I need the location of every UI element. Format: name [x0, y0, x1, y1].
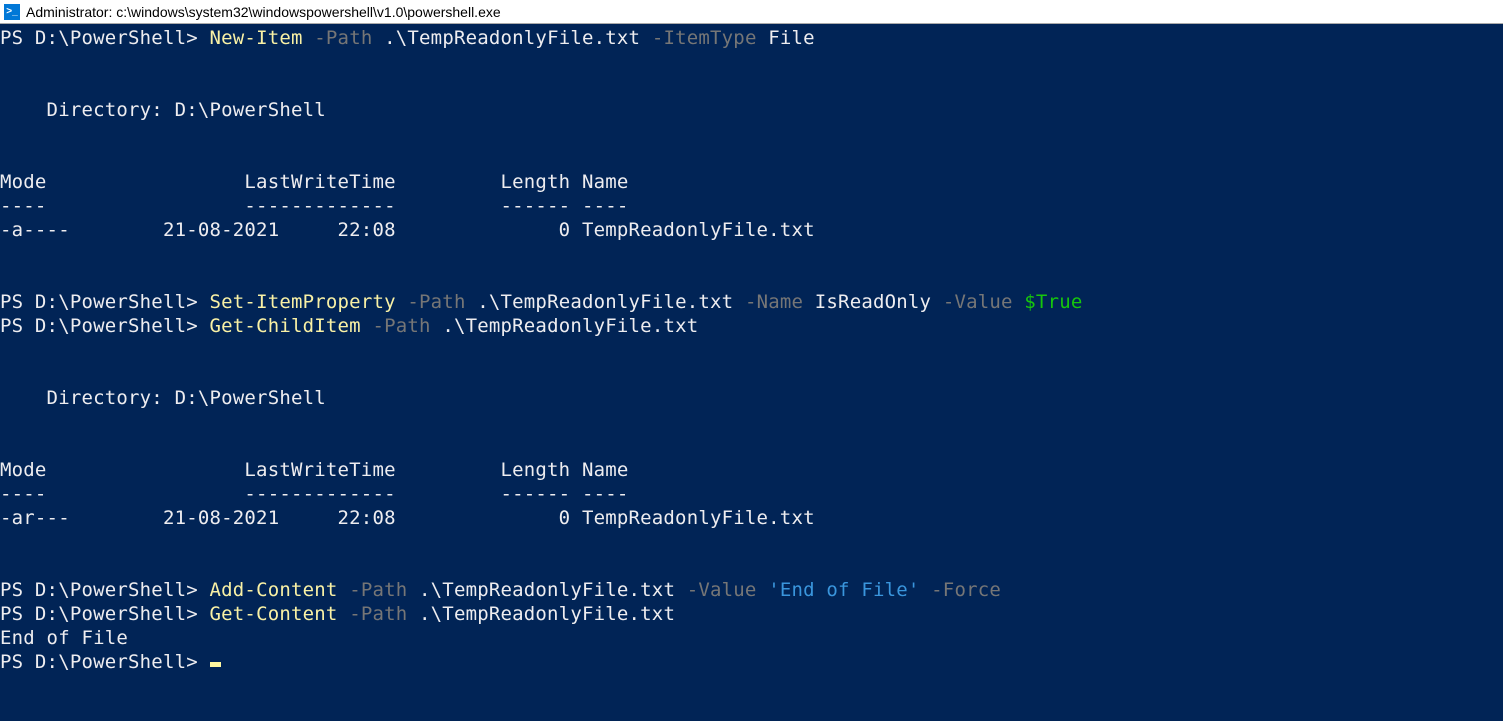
terminal-line — [0, 50, 1503, 74]
terminal-line: ---- ------------- ------ ---- — [0, 482, 1503, 506]
terminal-line: PS D:\PowerShell> — [0, 650, 1503, 674]
terminal-line — [0, 74, 1503, 98]
terminal-line: PS D:\PowerShell> Set-ItemProperty -Path… — [0, 290, 1503, 314]
terminal-segment: .\TempReadonlyFile.txt — [384, 27, 652, 49]
terminal-viewport[interactable]: PS D:\PowerShell> New-Item -Path .\TempR… — [0, 24, 1503, 721]
terminal-line: PS D:\PowerShell> Get-Content -Path .\Te… — [0, 602, 1503, 626]
terminal-segment: -ItemType — [652, 27, 768, 49]
terminal-line: End of File — [0, 626, 1503, 650]
terminal-line — [0, 434, 1503, 458]
terminal-segment: -Path — [314, 27, 384, 49]
terminal-segment: PS D:\PowerShell> — [0, 603, 210, 625]
powershell-icon: >_ — [4, 4, 20, 20]
terminal-segment: -Value — [943, 291, 1024, 313]
terminal-segment: PS D:\PowerShell> — [0, 651, 210, 673]
terminal-line: -ar--- 21-08-2021 22:08 0 TempReadonlyFi… — [0, 506, 1503, 530]
terminal-segment: Directory: D:\PowerShell — [0, 99, 326, 121]
terminal-segment: Mode LastWriteTime Length Name — [0, 171, 629, 193]
terminal-segment: PS D:\PowerShell> — [0, 291, 210, 313]
terminal-segment: -a---- 21-08-2021 22:08 0 TempReadonlyFi… — [0, 219, 815, 241]
terminal-segment: PS D:\PowerShell> — [0, 315, 210, 337]
terminal-line: PS D:\PowerShell> Get-ChildItem -Path .\… — [0, 314, 1503, 338]
terminal-segment: ---- ------------- ------ ---- — [0, 195, 629, 217]
terminal-segment: PS D:\PowerShell> — [0, 27, 210, 49]
terminal-line: PS D:\PowerShell> New-Item -Path .\TempR… — [0, 26, 1503, 50]
terminal-line: Mode LastWriteTime Length Name — [0, 458, 1503, 482]
terminal-segment: File — [768, 27, 815, 49]
terminal-segment: End of File — [0, 627, 128, 649]
terminal-segment: New-Item — [210, 27, 315, 49]
terminal-line — [0, 146, 1503, 170]
terminal-line — [0, 242, 1503, 266]
terminal-segment: .\TempReadonlyFile.txt — [419, 579, 687, 601]
window-titlebar[interactable]: >_ Administrator: c:\windows\system32\wi… — [0, 0, 1503, 24]
window-title: Administrator: c:\windows\system32\windo… — [26, 4, 501, 20]
terminal-segment: -Path — [349, 579, 419, 601]
terminal-segment: -Force — [931, 579, 1001, 601]
terminal-line — [0, 530, 1503, 554]
terminal-segment: Set-ItemProperty — [210, 291, 408, 313]
terminal-line — [0, 410, 1503, 434]
terminal-segment: Add-Content — [210, 579, 350, 601]
terminal-line: PS D:\PowerShell> Add-Content -Path .\Te… — [0, 578, 1503, 602]
terminal-line: Directory: D:\PowerShell — [0, 98, 1503, 122]
terminal-segment: Get-ChildItem — [210, 315, 373, 337]
terminal-segment: 'End of File' — [768, 579, 931, 601]
terminal-segment: -Path — [407, 291, 477, 313]
terminal-line: -a---- 21-08-2021 22:08 0 TempReadonlyFi… — [0, 218, 1503, 242]
terminal-line — [0, 338, 1503, 362]
terminal-segment: Directory: D:\PowerShell — [0, 387, 326, 409]
terminal-segment: .\TempReadonlyFile.txt — [477, 291, 745, 313]
terminal-line — [0, 122, 1503, 146]
terminal-segment: -Path — [349, 603, 419, 625]
terminal-segment: -ar--- 21-08-2021 22:08 0 TempReadonlyFi… — [0, 507, 815, 529]
terminal-segment: PS D:\PowerShell> — [0, 579, 210, 601]
terminal-segment: ---- ------------- ------ ---- — [0, 483, 629, 505]
terminal-line — [0, 554, 1503, 578]
terminal-segment: -Value — [687, 579, 768, 601]
cursor — [210, 662, 221, 667]
terminal-segment: $True — [1024, 291, 1082, 313]
terminal-segment: -Path — [372, 315, 442, 337]
terminal-line — [0, 266, 1503, 290]
terminal-segment: Get-Content — [210, 603, 350, 625]
terminal-line: ---- ------------- ------ ---- — [0, 194, 1503, 218]
terminal-line — [0, 362, 1503, 386]
terminal-segment: Mode LastWriteTime Length Name — [0, 459, 629, 481]
terminal-segment: -Name — [745, 291, 815, 313]
terminal-line: Mode LastWriteTime Length Name — [0, 170, 1503, 194]
terminal-segment: IsReadOnly — [815, 291, 943, 313]
terminal-segment: .\TempReadonlyFile.txt — [442, 315, 698, 337]
terminal-line: Directory: D:\PowerShell — [0, 386, 1503, 410]
terminal-segment: .\TempReadonlyFile.txt — [419, 603, 675, 625]
